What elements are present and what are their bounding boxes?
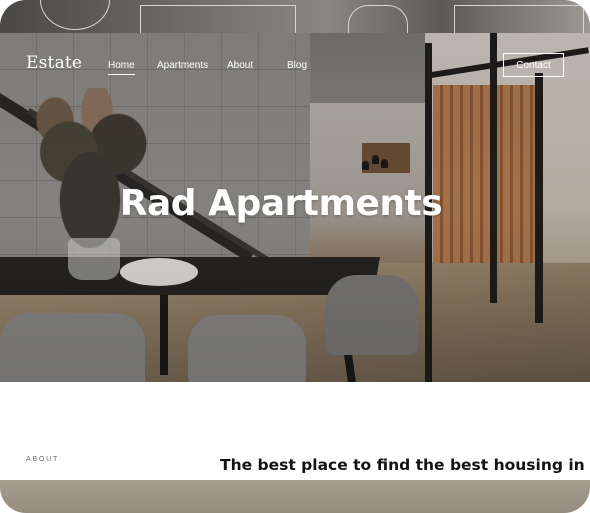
about-heading: The best place to find the best housing … bbox=[220, 456, 585, 474]
next-section-image bbox=[0, 480, 590, 513]
nav-link-about[interactable]: About bbox=[227, 60, 253, 71]
top-navigation: Estate Home Apartments About Blog Contac… bbox=[0, 33, 590, 95]
hero-title: Rad Apartments bbox=[119, 183, 443, 224]
previous-section-image bbox=[0, 0, 590, 33]
decorative-outline bbox=[348, 5, 408, 33]
brand-logo[interactable]: Estate bbox=[26, 53, 82, 73]
nav-link-home[interactable]: Home bbox=[108, 60, 135, 75]
nav-link-apartments[interactable]: Apartments bbox=[157, 60, 208, 71]
contact-button[interactable]: Contact bbox=[503, 53, 564, 77]
decorative-outline bbox=[40, 0, 110, 30]
page-frame: Estate Home Apartments About Blog Contac… bbox=[0, 0, 590, 513]
nav-link-blog[interactable]: Blog bbox=[287, 60, 307, 71]
decorative-outline bbox=[140, 5, 296, 33]
decorative-outline bbox=[454, 5, 584, 33]
about-section-label: ABOUT bbox=[26, 456, 60, 463]
